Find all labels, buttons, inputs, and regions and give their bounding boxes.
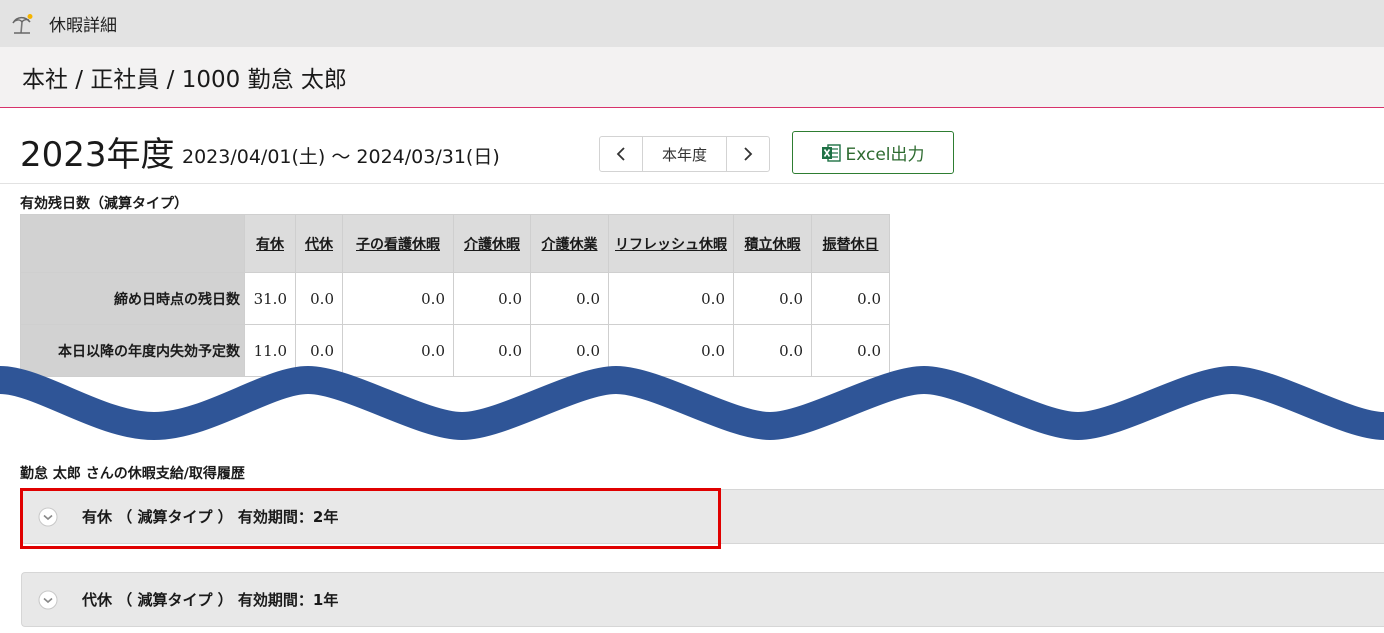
table-cell: 0.0 bbox=[608, 272, 734, 325]
table-cell: 0.0 bbox=[530, 272, 609, 325]
table-cell: 31.0 bbox=[244, 272, 296, 325]
history-accordion-paid-leave[interactable]: 有休 （ 減算タイプ ） 有効期間：2年 bbox=[21, 489, 1384, 544]
column-header[interactable]: 代休 bbox=[295, 214, 343, 273]
palm-tree-icon bbox=[12, 13, 33, 34]
column-header[interactable]: リフレッシュ休暇 bbox=[608, 214, 734, 273]
current-year-button[interactable]: 本年度 bbox=[642, 137, 727, 171]
excel-export-label: Excel出力 bbox=[845, 145, 925, 165]
next-year-button[interactable] bbox=[727, 137, 769, 171]
table-cell: 0.0 bbox=[295, 272, 343, 325]
employee-header: 本社 / 正社員 / 1000 勤怠 太郎 bbox=[0, 47, 1384, 108]
table-cell: 0.0 bbox=[342, 272, 454, 325]
history-section-title: 勤怠 太郎 さんの休暇支給/取得履歴 bbox=[20, 466, 245, 482]
leave-balance-table: 有休 代休 子の看護休暇 介護休暇 介護休業 リフレッシュ休暇 積立休暇 振替休… bbox=[20, 214, 890, 377]
table-corner-cell bbox=[20, 214, 245, 273]
column-header[interactable]: 有休 bbox=[244, 214, 296, 273]
chevron-left-icon bbox=[616, 147, 625, 161]
wave-separator bbox=[0, 365, 1384, 440]
fiscal-year-range: 2023/04/01(土) ～ 2024/03/31(日) bbox=[182, 146, 500, 168]
column-header[interactable]: 振替休日 bbox=[811, 214, 890, 273]
column-header[interactable]: 介護休暇 bbox=[453, 214, 531, 273]
table-cell: 0.0 bbox=[453, 272, 531, 325]
table-cell: 0.0 bbox=[811, 272, 890, 325]
excel-export-button[interactable]: Excel出力 bbox=[792, 131, 954, 174]
accordion-label: 有休 （ 減算タイプ ） 有効期間：2年 bbox=[82, 508, 339, 526]
accordion-label: 代休 （ 減算タイプ ） 有効期間：1年 bbox=[82, 591, 339, 609]
history-accordion-comp-leave[interactable]: 代休 （ 減算タイプ ） 有効期間：1年 bbox=[21, 572, 1384, 627]
column-header[interactable]: 積立休暇 bbox=[733, 214, 812, 273]
fiscal-year-label: 2023年度 bbox=[20, 135, 175, 175]
row-header: 締め日時点の残日数 bbox=[20, 272, 245, 325]
column-header[interactable]: 子の看護休暇 bbox=[342, 214, 454, 273]
fiscal-year-bar: 2023年度 2023/04/01(土) ～ 2024/03/31(日) 本年度… bbox=[0, 125, 1384, 184]
excel-icon bbox=[822, 143, 842, 162]
table-cell: 0.0 bbox=[733, 272, 812, 325]
table-header-row: 有休 代休 子の看護休暇 介護休暇 介護休業 リフレッシュ休暇 積立休暇 振替休… bbox=[20, 214, 890, 273]
chevron-down-icon bbox=[38, 590, 58, 609]
title-bar: 休暇詳細 bbox=[0, 0, 1384, 47]
app-title: 休暇詳細 bbox=[49, 16, 117, 36]
balance-section-title: 有効残日数（減算タイプ） bbox=[20, 196, 188, 212]
chevron-down-icon bbox=[38, 507, 58, 526]
table-row: 締め日時点の残日数 31.0 0.0 0.0 0.0 0.0 0.0 0.0 0… bbox=[20, 272, 890, 325]
previous-year-button[interactable] bbox=[600, 137, 642, 171]
breadcrumb: 本社 / 正社員 / 1000 勤怠 太郎 bbox=[22, 67, 347, 93]
column-header[interactable]: 介護休業 bbox=[530, 214, 609, 273]
chevron-right-icon bbox=[744, 147, 753, 161]
year-navigation: 本年度 bbox=[599, 136, 770, 172]
